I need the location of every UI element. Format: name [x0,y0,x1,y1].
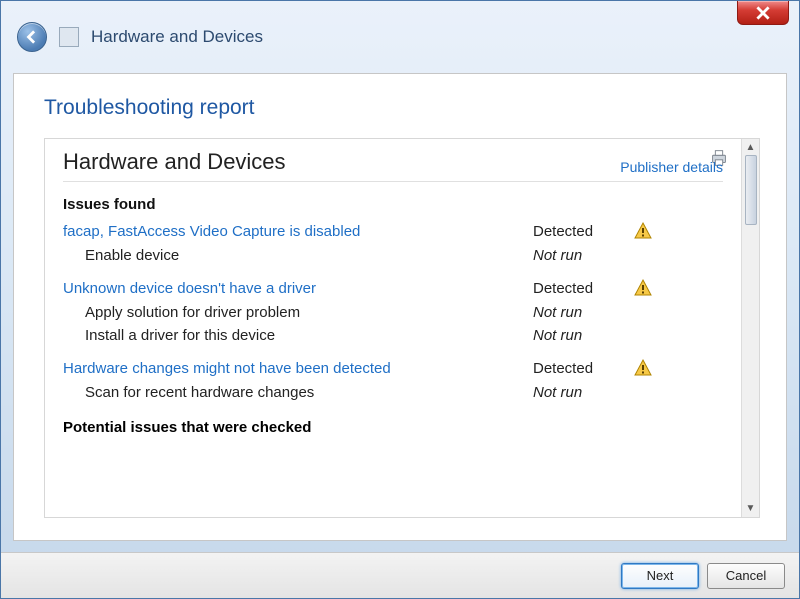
issue-title-link[interactable]: facap, FastAccess Video Capture is disab… [63,223,533,240]
window-title: Hardware and Devices [91,27,263,47]
header-bar: Hardware and Devices [1,1,799,73]
issue-step: Install a driver for this device Not run [63,327,723,344]
warning-icon [633,221,653,241]
step-label: Enable device [63,247,533,264]
step-label: Install a driver for this device [63,327,533,344]
issue-header: Hardware changes might not have been det… [63,358,723,378]
step-status: Not run [533,384,633,401]
issue-title-link[interactable]: Unknown device doesn't have a driver [63,280,533,297]
issue-status: Detected [533,360,633,377]
close-button[interactable] [737,1,789,25]
issue-step: Enable device Not run [63,247,723,264]
step-status: Not run [533,247,633,264]
scroll-up-arrow-icon[interactable]: ▲ [746,142,756,153]
content-area: Troubleshooting report Hardware and Devi… [13,73,787,541]
report-title: Troubleshooting report [44,96,760,120]
scroll-down-arrow-icon[interactable]: ▼ [746,503,756,514]
scroll-thumb[interactable] [745,155,757,225]
publisher-details-link[interactable]: Publisher details [620,159,723,175]
back-arrow-icon [25,30,39,44]
step-status: Not run [533,327,633,344]
close-icon [756,6,770,20]
cancel-button[interactable]: Cancel [707,563,785,589]
issue-status: Detected [533,223,633,240]
step-label: Apply solution for driver problem [63,304,533,321]
scrollbar[interactable]: ▲ ▼ [741,139,759,517]
issue-item: facap, FastAccess Video Capture is disab… [63,221,723,264]
warning-icon [633,278,653,298]
warning-icon [633,358,653,378]
dialog-window: Hardware and Devices Troubleshooting rep… [0,0,800,599]
issue-item: Unknown device doesn't have a driver Det… [63,278,723,344]
report-section-title: Hardware and Devices [63,149,286,175]
issues-found-label: Issues found [63,196,723,213]
next-button[interactable]: Next [621,563,699,589]
issue-header: facap, FastAccess Video Capture is disab… [63,221,723,241]
issue-title-link[interactable]: Hardware changes might not have been det… [63,360,533,377]
issue-step: Apply solution for driver problem Not ru… [63,304,723,321]
issue-step: Scan for recent hardware changes Not run [63,384,723,401]
footer-bar: Next Cancel [1,552,799,598]
issue-status: Detected [533,280,633,297]
potential-issues-label: Potential issues that were checked [63,419,723,436]
report-panel: Hardware and Devices Publisher details I… [44,138,760,518]
wizard-icon [59,27,79,47]
issue-item: Hardware changes might not have been det… [63,358,723,401]
step-status: Not run [533,304,633,321]
back-button[interactable] [17,22,47,52]
step-label: Scan for recent hardware changes [63,384,533,401]
issue-header: Unknown device doesn't have a driver Det… [63,278,723,298]
report-scroll-content: Hardware and Devices Publisher details I… [45,139,741,517]
report-header-row: Hardware and Devices Publisher details [63,149,723,182]
